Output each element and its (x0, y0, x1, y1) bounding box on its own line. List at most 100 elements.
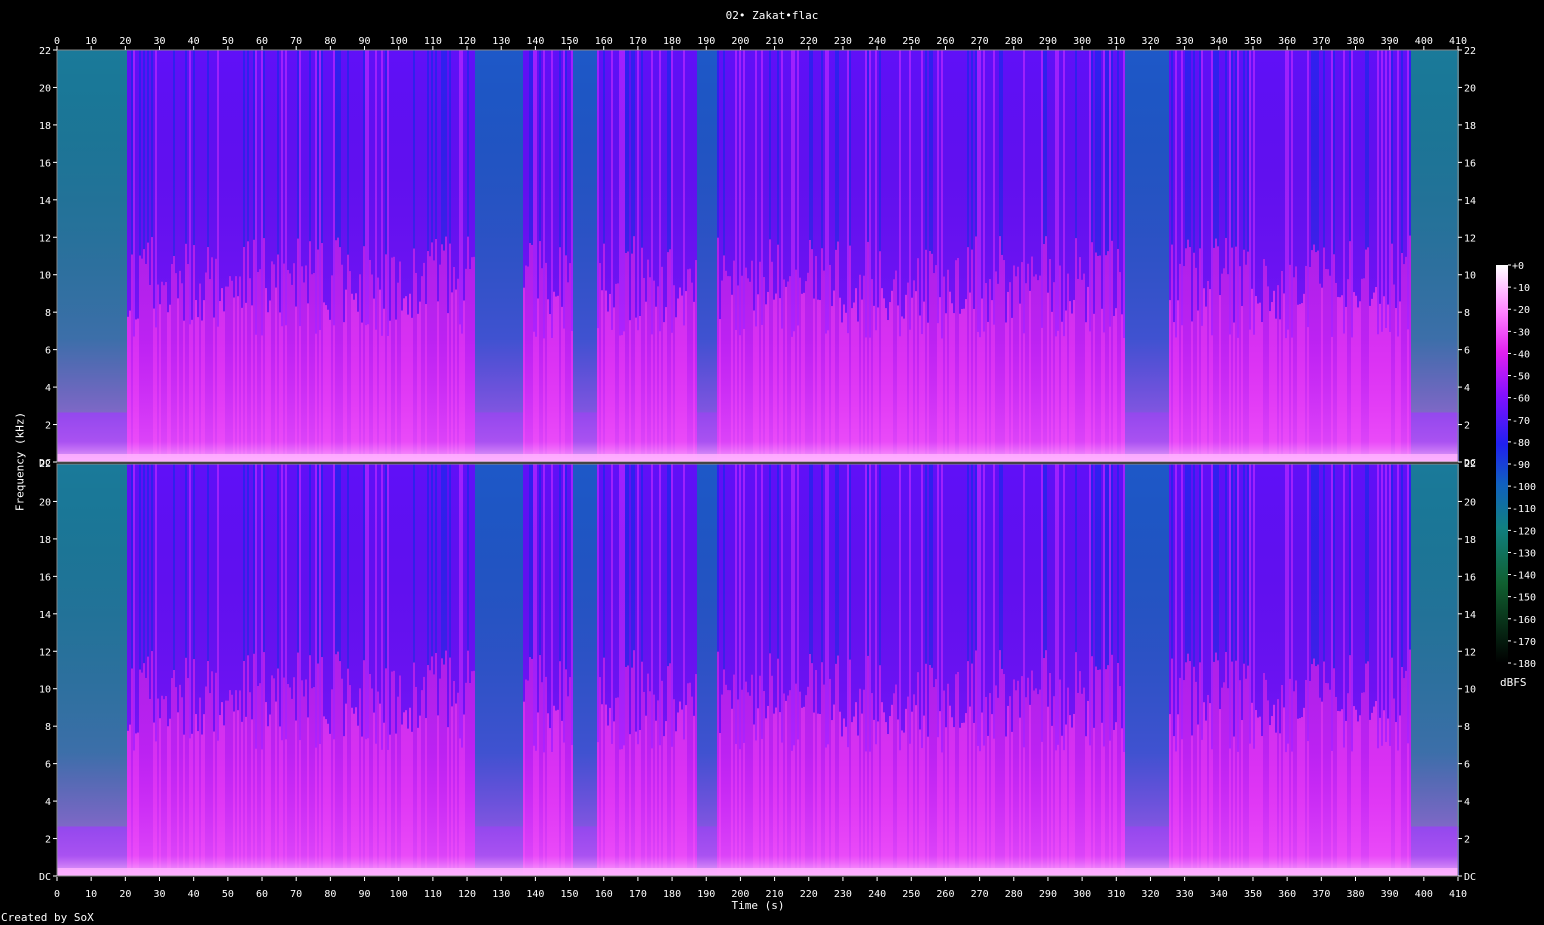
colorbar-tick-label: -160 (1512, 615, 1536, 626)
x-tick-label: 240 (868, 36, 886, 47)
channel-panel-1 (56, 49, 1459, 463)
y-tick-label-left: 8 (45, 308, 51, 319)
dc-band (57, 454, 1458, 462)
y-tick-label-right: 14 (1464, 196, 1476, 207)
y-tick-label-left: 2 (45, 421, 51, 432)
colorbar-tick-label: +0 (1512, 261, 1524, 272)
low-frequency-energy (57, 464, 1458, 876)
x-tick-label: 150 (561, 36, 579, 47)
x-tick-label: 70 (290, 36, 302, 47)
y-tick-label-left: 14 (39, 196, 51, 207)
colorbar-unit: dBFS (1500, 676, 1527, 689)
y-tick-label-right: 16 (1464, 158, 1476, 169)
x-tick-label: 230 (834, 36, 852, 47)
colorbar-tick-label: -10 (1512, 283, 1530, 294)
y-tick-label-left: 2 (45, 835, 51, 846)
y-tick-label-right: 2 (1464, 835, 1470, 846)
low-frequency-energy (57, 50, 1458, 462)
y-tick-label-right: 20 (1464, 497, 1476, 508)
y-tick-label-right: 16 (1464, 572, 1476, 583)
x-tick-label: 290 (1039, 36, 1057, 47)
x-tick-label: 270 (971, 36, 989, 47)
colorbar-tick-label: -90 (1512, 460, 1530, 471)
x-tick-label: 260 (936, 36, 954, 47)
chart-title: 02• Zakat•flac (725, 9, 819, 22)
colorbar-tick-label: -100 (1512, 482, 1536, 493)
x-tick-label: 50 (222, 36, 234, 47)
y-tick-label-right: 6 (1464, 760, 1470, 771)
y-tick-label-right: 18 (1464, 121, 1476, 132)
y-tick-label-right: 2 (1464, 421, 1470, 432)
y-tick-label-right: 12 (1464, 233, 1476, 244)
y-tick-label-right: 10 (1464, 685, 1476, 696)
y-tick-label-left: 14 (39, 610, 51, 621)
y-axis-label: Frequency (kHz) (13, 411, 27, 512)
credit-text: Created by SoX (1, 911, 94, 924)
x-tick-label: 250 (902, 36, 920, 47)
x-tick-label: 190 (697, 36, 715, 47)
x-axis-label: Time (s) (731, 899, 785, 912)
y-tick-label-right: 22 (1464, 46, 1476, 57)
y-tick-label-right: 14 (1464, 610, 1476, 621)
colorbar-tick-label: -60 (1512, 394, 1530, 405)
x-tick-label: 400 (1415, 36, 1433, 47)
y-tick-label-right: 22 (1464, 459, 1476, 470)
y-tick-label-left: 18 (39, 535, 51, 546)
x-tick-label: 120 (458, 36, 476, 47)
x-tick-label: 390 (1381, 36, 1399, 47)
x-tick-label: 180 (663, 36, 681, 47)
x-tick-label: 220 (800, 36, 818, 47)
x-tick-label: 320 (1141, 36, 1159, 47)
y-tick-label-left: 16 (39, 158, 51, 169)
y-tick-label-left: 4 (45, 383, 51, 394)
colorbar-tick-label: -130 (1512, 548, 1536, 559)
x-tick-label: 350 (1244, 36, 1262, 47)
x-tick-label: 300 (1073, 36, 1091, 47)
x-tick-label: 360 (1278, 36, 1296, 47)
y-tick-label-right: DC (1464, 872, 1476, 883)
y-tick-label-right: 10 (1464, 271, 1476, 282)
x-tick-label: 30 (153, 36, 165, 47)
y-tick-label-left: 4 (45, 797, 51, 808)
x-tick-label: 170 (629, 36, 647, 47)
y-tick-label-left: 18 (39, 121, 51, 132)
x-tick-label: 380 (1346, 36, 1364, 47)
x-tick-label: 0 (54, 36, 60, 47)
x-tick-label: 310 (1107, 36, 1125, 47)
y-tick-label-left: 10 (39, 685, 51, 696)
x-tick-label: 100 (390, 36, 408, 47)
y-tick-label-left: 20 (39, 83, 51, 94)
x-tick-label: 90 (359, 36, 371, 47)
y-tick-label-left: 10 (39, 271, 51, 282)
colorbar-tick-label: -170 (1512, 637, 1536, 648)
y-tick-label-left: 12 (39, 647, 51, 658)
x-tick-label: 370 (1312, 36, 1330, 47)
y-tick-label-right: 8 (1464, 722, 1470, 733)
y-tick-label-right: 6 (1464, 346, 1470, 357)
colorbar (1496, 265, 1508, 663)
colorbar-tick-label: -30 (1512, 327, 1530, 338)
y-tick-label-left: 12 (39, 233, 51, 244)
x-tick-label: 160 (595, 36, 613, 47)
colorbar-tick-label: -150 (1512, 593, 1536, 604)
x-tick-label: 200 (731, 36, 749, 47)
y-tick-label-left: 22 (39, 46, 51, 57)
y-tick-label-left: DC (39, 872, 51, 883)
colorbar-tick-label: -120 (1512, 526, 1536, 537)
x-tick-label: 10 (85, 36, 97, 47)
colorbar-tick-label: -50 (1512, 372, 1530, 383)
channel-panel-2 (56, 463, 1459, 877)
y-tick-label-left: 22 (39, 459, 51, 470)
y-tick-label-left: 16 (39, 572, 51, 583)
y-tick-label-left: 6 (45, 760, 51, 771)
y-tick-label-right: 8 (1464, 308, 1470, 319)
colorbar-tick-label: -180 (1512, 659, 1536, 670)
colorbar-tick-label: -70 (1512, 416, 1530, 427)
y-tick-label-right: 4 (1464, 797, 1470, 808)
colorbar-tick-label: -80 (1512, 438, 1530, 449)
dc-band (57, 868, 1458, 876)
x-tick-label: 130 (492, 36, 510, 47)
x-tick-label: 330 (1176, 36, 1194, 47)
spectrogram-chart: 0010102020303040405050606070708080909010… (39, 36, 1536, 900)
colorbar-tick-label: -40 (1512, 349, 1530, 360)
